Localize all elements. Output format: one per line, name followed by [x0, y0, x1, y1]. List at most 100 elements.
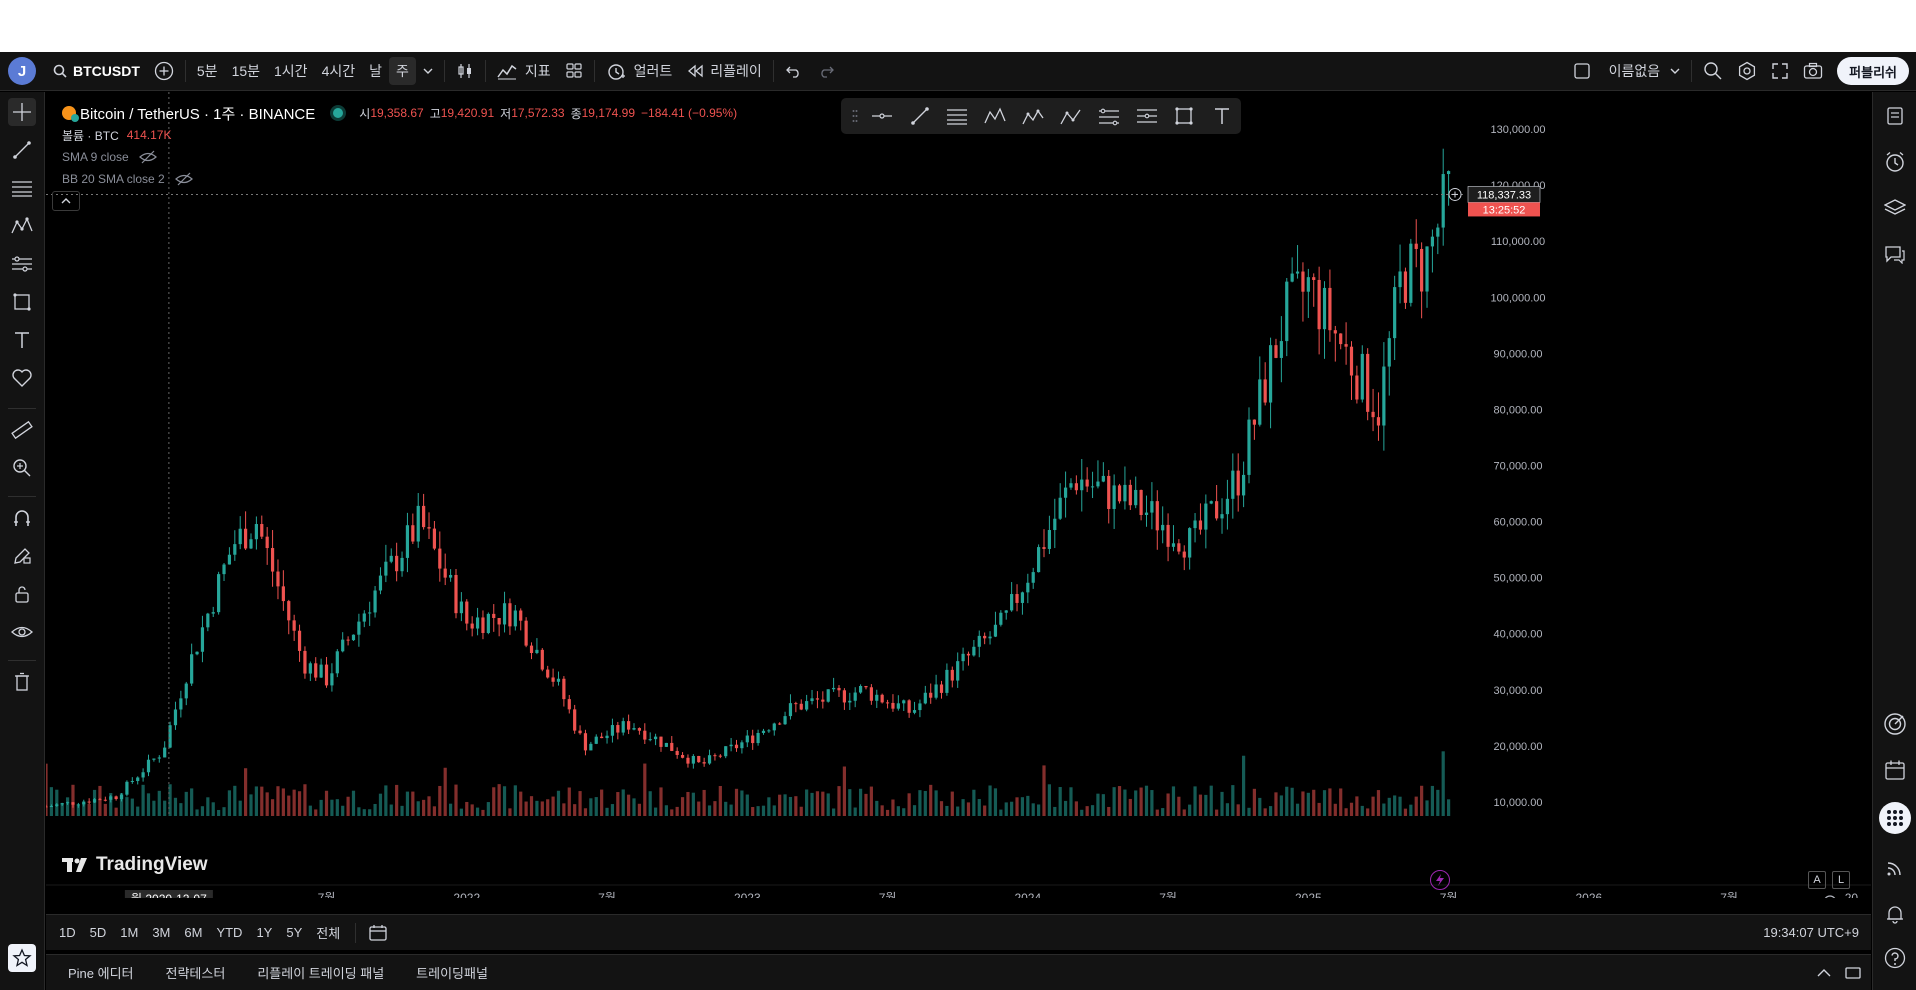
drag-handle[interactable] [847, 101, 863, 131]
maximize-panel-button[interactable] [1841, 966, 1871, 980]
lightning-icon[interactable] [1430, 870, 1450, 890]
products-button[interactable] [1879, 802, 1911, 834]
forecast-tool[interactable] [8, 250, 36, 278]
countdown-label: 13:25:52 [1483, 204, 1526, 216]
legend-bb-row[interactable]: BB 20 SMA close 2 [62, 168, 737, 190]
price-range-button[interactable] [1128, 101, 1166, 131]
collapse-panel-button[interactable] [1807, 968, 1841, 978]
pattern-tool[interactable] [8, 212, 36, 240]
chart-type-button[interactable] [449, 57, 481, 85]
trend-line-button[interactable] [901, 101, 939, 131]
period-1d[interactable]: 1D [52, 925, 83, 940]
data-window-button[interactable] [1881, 854, 1909, 882]
timeframe-week[interactable]: 주 [389, 57, 416, 85]
period-6m[interactable]: 6M [177, 925, 209, 940]
timeframe-day[interactable]: 날 [362, 57, 389, 85]
parallel-channel-button[interactable] [1090, 101, 1128, 131]
undo-button[interactable] [778, 57, 810, 85]
collapse-legend-button[interactable] [52, 191, 80, 211]
chevron-down-icon [423, 68, 433, 74]
quick-search-button[interactable] [1696, 57, 1730, 85]
clock-timezone[interactable]: 19:34:07 UTC+9 [1763, 925, 1871, 940]
volume-bar [1037, 804, 1041, 816]
timeframe-1h[interactable]: 1시간 [267, 57, 315, 85]
timeframe-5m[interactable]: 5분 [190, 57, 225, 85]
rectangle-button[interactable] [1165, 101, 1203, 131]
price-chart[interactable]: 130,000.00120,000.00110,000.00100,000.00… [46, 92, 1871, 898]
period-all[interactable]: 전체 [309, 923, 347, 942]
xabcd-pattern-button[interactable] [976, 101, 1014, 131]
snapshot-button[interactable] [1796, 57, 1830, 85]
period-1m[interactable]: 1M [113, 925, 145, 940]
period-ytd[interactable]: YTD [209, 925, 249, 940]
notifications-button[interactable] [1881, 900, 1909, 928]
text-tool[interactable] [8, 326, 36, 354]
period-5y[interactable]: 5Y [279, 925, 309, 940]
object-tree-button[interactable] [1881, 194, 1909, 222]
tab-replay-trading-panel[interactable]: 리플레이 트레이딩 패널 [241, 963, 400, 982]
volume-bar [556, 790, 561, 816]
templates-button[interactable] [558, 57, 590, 85]
indicators-button[interactable]: 지표 [490, 57, 558, 85]
lock-drawings-tool[interactable] [8, 580, 36, 608]
user-avatar[interactable]: J [8, 57, 36, 85]
zoom-tool[interactable] [8, 454, 36, 482]
hide-drawings-tool[interactable] [8, 618, 36, 646]
candle-body [540, 649, 544, 670]
alerts-panel-button[interactable] [1881, 148, 1909, 176]
tab-trading-panel[interactable]: 트레이딩패널 [400, 963, 504, 982]
text-button[interactable] [1203, 101, 1241, 131]
layout-button[interactable] [1566, 57, 1598, 85]
settings-button[interactable] [1730, 57, 1764, 85]
redo-button[interactable] [810, 57, 842, 85]
legend-volume-row[interactable]: 볼륨 · BTC 414.17K [62, 124, 737, 146]
watchlist-favorites-button[interactable] [8, 944, 36, 972]
legend-sma-row[interactable]: SMA 9 close [62, 146, 737, 168]
replay-button[interactable]: 리플레이 [679, 57, 769, 85]
keep-drawing-tool[interactable] [8, 542, 36, 570]
candle-body [314, 663, 318, 678]
abc-wave-button[interactable] [1052, 101, 1090, 131]
calendar-button[interactable] [1881, 756, 1909, 784]
go-to-date-button[interactable] [364, 923, 392, 943]
market-status-icon[interactable] [333, 108, 344, 118]
auto-scale-button[interactable]: A [1808, 871, 1826, 889]
compare-symbol-button[interactable] [147, 57, 181, 85]
remove-drawings-tool[interactable] [8, 668, 36, 696]
horizontal-ray-button[interactable] [863, 101, 901, 131]
period-5d[interactable]: 5D [83, 925, 114, 940]
fib-tool[interactable] [8, 174, 36, 202]
candle-body [55, 804, 59, 807]
magnet-tool[interactable] [8, 504, 36, 532]
tab-strategy-tester[interactable]: 전략테스터 [150, 963, 242, 982]
eye-hidden-icon[interactable] [138, 150, 157, 164]
tab-pine-editor[interactable]: Pine 에디터 [46, 963, 150, 982]
chats-button[interactable] [1881, 240, 1909, 268]
fullscreen-button[interactable] [1764, 57, 1796, 85]
fib-retracement-button[interactable] [939, 101, 977, 131]
price-axis-label: 70,000.00 [1494, 461, 1543, 473]
timeframe-15m[interactable]: 15분 [225, 57, 267, 85]
watchlist-button[interactable] [1881, 102, 1909, 130]
help-button[interactable] [1881, 944, 1909, 972]
period-3m[interactable]: 3M [145, 925, 177, 940]
crosshair-tool[interactable] [8, 98, 36, 126]
log-scale-button[interactable]: L [1832, 871, 1850, 889]
favorites-tool[interactable] [8, 364, 36, 392]
ideas-button[interactable] [1881, 710, 1909, 738]
trend-line-tool[interactable] [8, 136, 36, 164]
chart-pane[interactable]: 130,000.00 120,000.00 110,000.00 100,000.00… [46, 92, 1871, 898]
timeframe-4h[interactable]: 4시간 [315, 57, 363, 85]
candle-body [756, 732, 760, 744]
symbol-search-button[interactable]: BTCUSDT [46, 57, 147, 85]
legend-title[interactable]: Bitcoin / TetherUS · 1주 · BINANCE [80, 103, 315, 124]
layout-name-dropdown[interactable]: 이름없음 [1598, 57, 1688, 85]
elliott-wave-button[interactable] [1014, 101, 1052, 131]
eye-hidden-icon[interactable] [174, 172, 193, 186]
measure-tool[interactable] [8, 416, 36, 444]
period-1y[interactable]: 1Y [249, 925, 279, 940]
alert-button[interactable]: 얼러트 [599, 57, 680, 85]
publish-button[interactable]: 퍼블리쉬 [1837, 57, 1909, 85]
timeframe-dropdown[interactable] [416, 57, 440, 85]
shape-tool[interactable] [8, 288, 36, 316]
